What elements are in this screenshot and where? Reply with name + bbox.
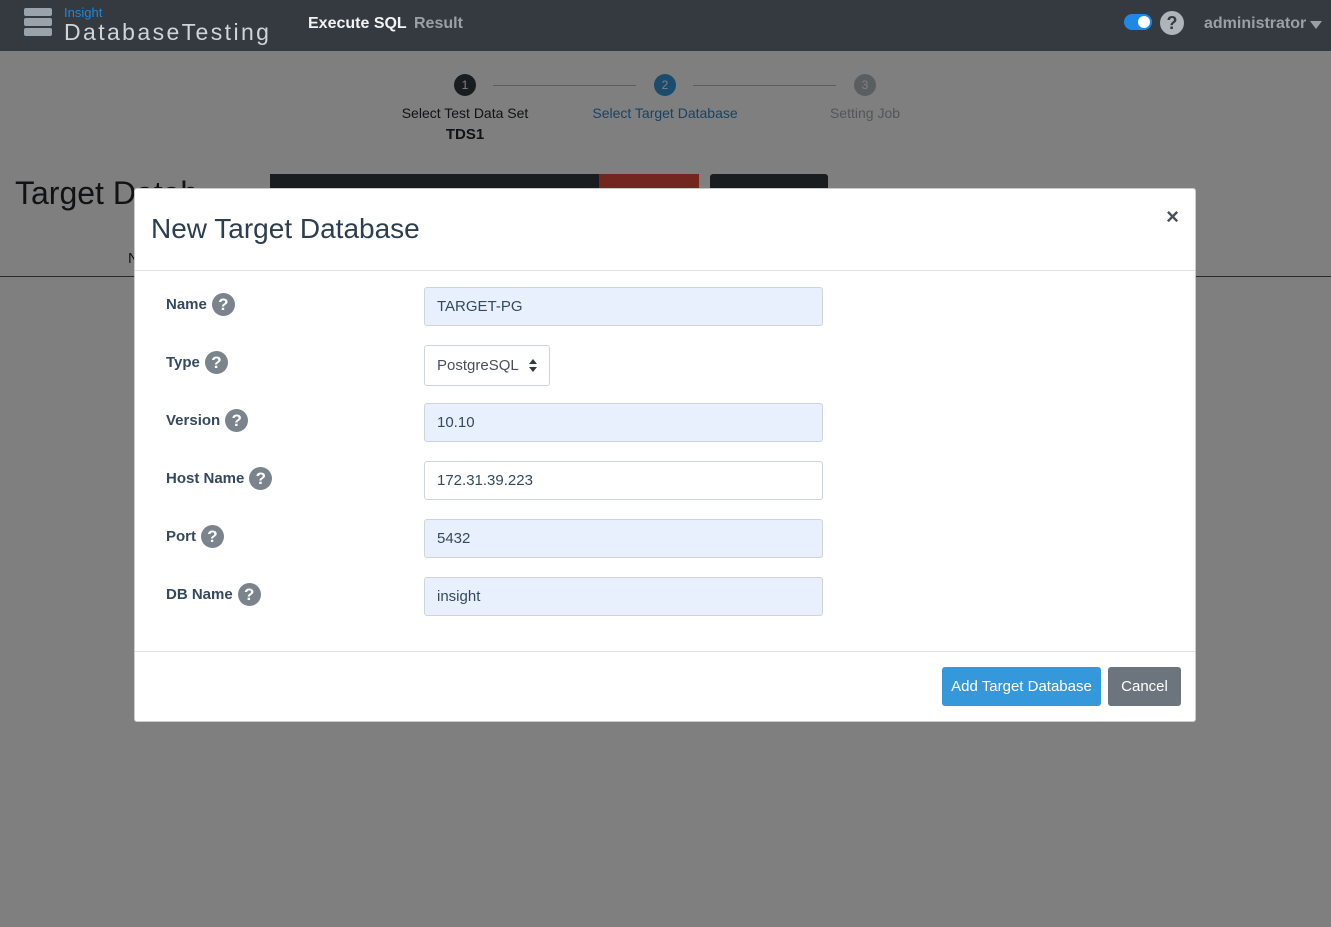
logo-small-text: Insight <box>64 5 103 20</box>
field-label-text: DB Name <box>166 586 233 603</box>
form-row-name: Name? <box>135 287 1195 327</box>
nav-result[interactable]: Result <box>414 15 463 33</box>
form-row-host-name: Host Name? <box>135 461 1195 501</box>
field-label-text: Port <box>166 528 196 545</box>
user-menu[interactable]: administrator <box>1204 15 1306 33</box>
theme-toggle[interactable] <box>1124 14 1152 30</box>
form-row-version: Version? <box>135 403 1195 443</box>
help-icon[interactable]: ? <box>201 525 224 548</box>
field-label: Host Name? <box>166 467 273 490</box>
type-select[interactable]: PostgreSQL <box>424 345 550 386</box>
field-label-text: Type <box>166 354 200 371</box>
close-icon[interactable]: × <box>1166 204 1179 230</box>
help-icon[interactable]: ? <box>237 583 261 606</box>
help-icon[interactable]: ? <box>225 409 249 432</box>
help-icon[interactable]: ? <box>204 351 228 374</box>
field-label: Name? <box>166 293 235 316</box>
add-target-database-button[interactable]: Add Target Database <box>942 667 1101 706</box>
help-icon[interactable]: ? <box>211 293 235 316</box>
form-row-db-name: DB Name? <box>135 577 1195 617</box>
field-label: Port? <box>166 525 224 548</box>
caret-down-icon[interactable] <box>1310 21 1322 29</box>
db-name-input[interactable] <box>424 577 823 616</box>
port-input[interactable] <box>424 519 823 558</box>
name-input[interactable] <box>424 287 823 326</box>
type-select-value: PostgreSQL <box>437 357 519 374</box>
help-icon[interactable]: ? <box>249 467 273 490</box>
field-label-text: Name <box>166 296 207 313</box>
top-navbar: Insight DatabaseTesting Execute SQL Resu… <box>0 0 1331 51</box>
field-label: DB Name? <box>166 583 261 606</box>
modal-title: New Target Database <box>151 213 420 244</box>
new-target-database-modal: New Target Database × Name? Type? Postgr… <box>134 188 1196 722</box>
logo-big-text: DatabaseTesting <box>64 19 272 45</box>
host-name-input[interactable] <box>424 461 823 500</box>
help-icon[interactable]: ? <box>1160 11 1184 35</box>
modal-footer-divider <box>135 651 1195 652</box>
field-label-text: Version <box>166 412 221 429</box>
field-label-text: Host Name <box>166 470 245 487</box>
app-logo[interactable]: Insight DatabaseTesting <box>22 5 292 47</box>
version-input[interactable] <box>424 403 823 442</box>
nav-execute-sql[interactable]: Execute SQL <box>308 15 407 33</box>
field-label: Type? <box>166 351 228 374</box>
database-stack-icon <box>24 8 52 42</box>
cancel-button[interactable]: Cancel <box>1108 667 1181 706</box>
select-arrows-icon <box>529 359 537 373</box>
modal-header-divider <box>135 270 1195 271</box>
field-label: Version? <box>166 409 249 432</box>
form-row-type: Type? PostgreSQL <box>135 345 1195 386</box>
form-row-port: Port? <box>135 519 1195 559</box>
